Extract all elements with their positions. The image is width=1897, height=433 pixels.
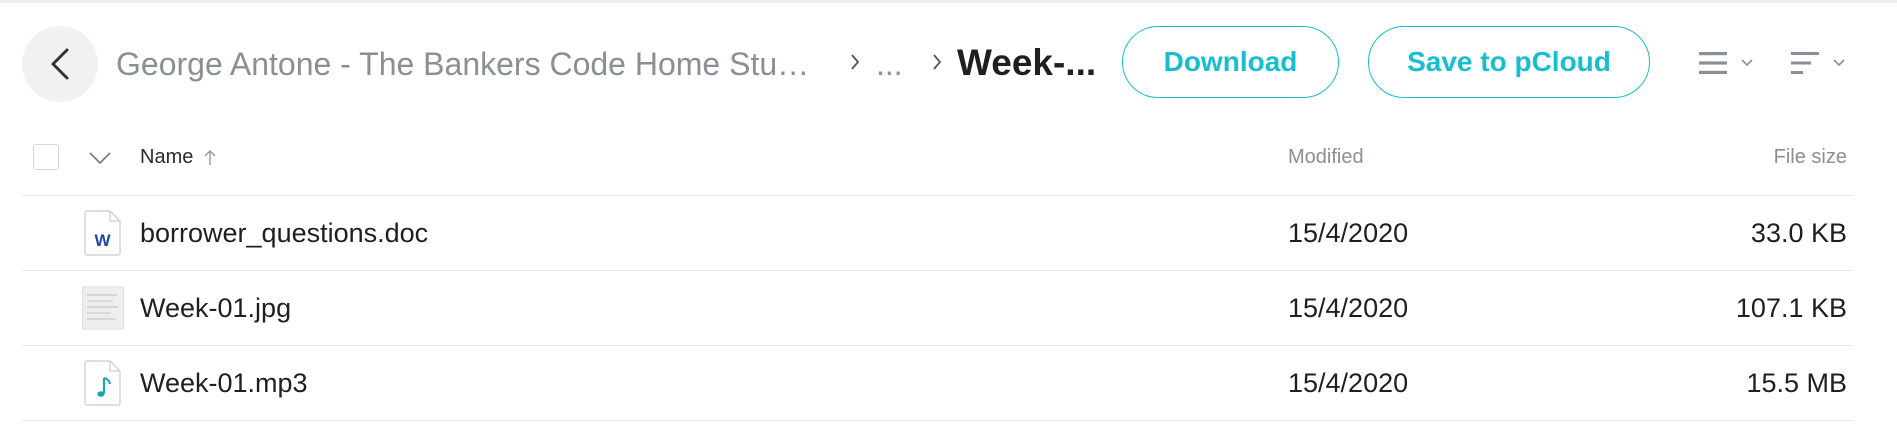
chevron-right-icon [848, 50, 862, 74]
table-row[interactable]: Week-01.jpg 15/4/2020 107.1 KB [22, 271, 1853, 346]
audio-file-icon [84, 360, 121, 406]
column-header-modified[interactable]: Modified [1288, 146, 1364, 169]
column-header-name[interactable]: Name [140, 146, 217, 169]
chevron-right-icon [930, 50, 944, 74]
file-table: Name Modified File size W borrower_quest… [22, 120, 1853, 421]
image-thumbnail [82, 286, 124, 330]
table-row[interactable]: Week-01.mp3 15/4/2020 15.5 MB [22, 346, 1853, 421]
file-size: 107.1 KB [1735, 293, 1847, 323]
save-to-pcloud-button[interactable]: Save to pCloud [1368, 26, 1650, 98]
chevron-down-icon[interactable] [88, 150, 112, 166]
chevron-down-icon [1833, 59, 1845, 67]
back-button[interactable] [22, 26, 98, 102]
file-name[interactable]: Week-01.jpg [140, 293, 291, 324]
chevron-down-icon [1741, 59, 1753, 67]
list-view-icon [1699, 52, 1727, 74]
column-header-name-label: Name [140, 146, 194, 168]
file-name[interactable]: borrower_questions.doc [140, 218, 428, 249]
file-modified: 15/4/2020 [1288, 368, 1409, 398]
file-modified: 15/4/2020 [1288, 293, 1409, 323]
file-size: 15.5 MB [1746, 368, 1847, 398]
sort-up-arrow-icon [204, 149, 216, 165]
list-view-toggle[interactable] [1698, 44, 1754, 82]
breadcrumb-current: Week-... [957, 42, 1097, 83]
file-modified: 15/4/2020 [1288, 218, 1409, 248]
breadcrumb-root[interactable]: George Antone - The Bankers Code Home St… [116, 42, 809, 86]
word-doc-letter: W [94, 231, 111, 250]
sort-toggle[interactable] [1790, 44, 1846, 82]
download-button[interactable]: Download [1122, 26, 1339, 98]
select-all-checkbox[interactable] [33, 144, 59, 170]
word-doc-icon: W [84, 210, 121, 256]
file-name[interactable]: Week-01.mp3 [140, 368, 308, 399]
table-header: Name Modified File size [22, 120, 1853, 196]
file-size: 33.0 KB [1750, 218, 1847, 248]
back-arrow-icon [51, 48, 69, 80]
sort-icon [1791, 52, 1819, 74]
header-bar: George Antone - The Bankers Code Home St… [0, 0, 1897, 120]
column-header-size[interactable]: File size [1774, 146, 1847, 169]
table-row[interactable]: W borrower_questions.doc 15/4/2020 33.0 … [22, 196, 1853, 271]
breadcrumb-ellipsis[interactable]: ... [876, 42, 903, 86]
